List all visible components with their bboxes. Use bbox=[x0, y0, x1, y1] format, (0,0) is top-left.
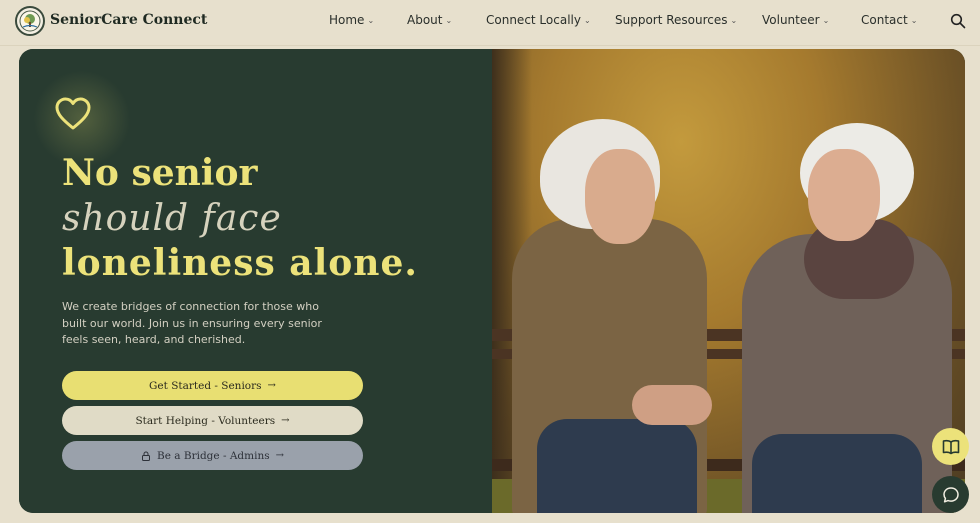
chevron-down-icon: ⌄ bbox=[583, 15, 591, 25]
chevron-down-icon: ⌄ bbox=[910, 15, 918, 25]
book-open-icon[interactable] bbox=[932, 428, 969, 465]
nav-item-support-resources[interactable]: Support Resources ⌄ bbox=[615, 13, 737, 27]
arrow-right-icon: → bbox=[275, 450, 284, 461]
lock-icon bbox=[141, 451, 151, 461]
nav-item-about[interactable]: About ⌄ bbox=[407, 13, 452, 27]
nav-item-label: Support Resources bbox=[615, 13, 728, 27]
button-label: Get Started - Seniors bbox=[149, 379, 262, 392]
headline-line-3: loneliness alone. bbox=[62, 242, 418, 284]
headline-line-1: No senior bbox=[62, 152, 258, 194]
heart-icon bbox=[55, 97, 91, 131]
hero-photo bbox=[492, 49, 965, 513]
nav-item-label: Volunteer bbox=[762, 13, 820, 27]
start-helping-volunteers-button[interactable]: Start Helping - Volunteers → bbox=[62, 406, 363, 435]
button-label: Be a Bridge - Admins bbox=[157, 449, 270, 462]
nav-item-label: About bbox=[407, 13, 443, 27]
hero-section: No senior should face loneliness alone. … bbox=[19, 49, 965, 513]
chevron-down-icon: ⌄ bbox=[445, 15, 453, 25]
nav-item-label: Contact bbox=[861, 13, 908, 27]
photo-lap-left bbox=[537, 419, 697, 513]
get-started-seniors-button[interactable]: Get Started - Seniors → bbox=[62, 371, 363, 400]
main-nav: Home ⌄ About ⌄ Connect Locally ⌄ Support… bbox=[0, 13, 980, 31]
chat-bubble-icon[interactable] bbox=[932, 476, 969, 513]
chevron-down-icon: ⌄ bbox=[822, 15, 830, 25]
nav-item-label: Connect Locally bbox=[486, 13, 581, 27]
photo-woman-right-face bbox=[808, 149, 880, 241]
be-a-bridge-admins-button[interactable]: Be a Bridge - Admins → bbox=[62, 441, 363, 470]
hero-text-panel: No senior should face loneliness alone. … bbox=[19, 49, 492, 513]
nav-item-connect-locally[interactable]: Connect Locally ⌄ bbox=[486, 13, 591, 27]
nav-item-label: Home bbox=[329, 13, 365, 27]
arrow-right-icon: → bbox=[281, 415, 290, 426]
hero-subtext: We create bridges of connection for thos… bbox=[62, 300, 322, 346]
hero-headline: No senior should face loneliness alone. bbox=[62, 151, 418, 286]
headline-line-2: should face bbox=[62, 198, 282, 239]
site-header: SeniorCare Connect Home ⌄ About ⌄ Connec… bbox=[0, 0, 980, 44]
search-icon[interactable] bbox=[950, 13, 966, 29]
chevron-down-icon: ⌄ bbox=[730, 15, 738, 25]
nav-item-volunteer[interactable]: Volunteer ⌄ bbox=[762, 13, 829, 27]
photo-held-hands bbox=[632, 385, 712, 425]
nav-item-home[interactable]: Home ⌄ bbox=[329, 13, 374, 27]
nav-item-contact[interactable]: Contact ⌄ bbox=[861, 13, 917, 27]
photo-woman-left-face bbox=[585, 149, 655, 244]
arrow-right-icon: → bbox=[267, 380, 276, 391]
header-divider bbox=[0, 45, 980, 46]
button-label: Start Helping - Volunteers bbox=[135, 414, 276, 427]
photo-woman-left-body bbox=[512, 219, 707, 513]
chevron-down-icon: ⌄ bbox=[367, 15, 375, 25]
photo-lap-right bbox=[752, 434, 922, 513]
